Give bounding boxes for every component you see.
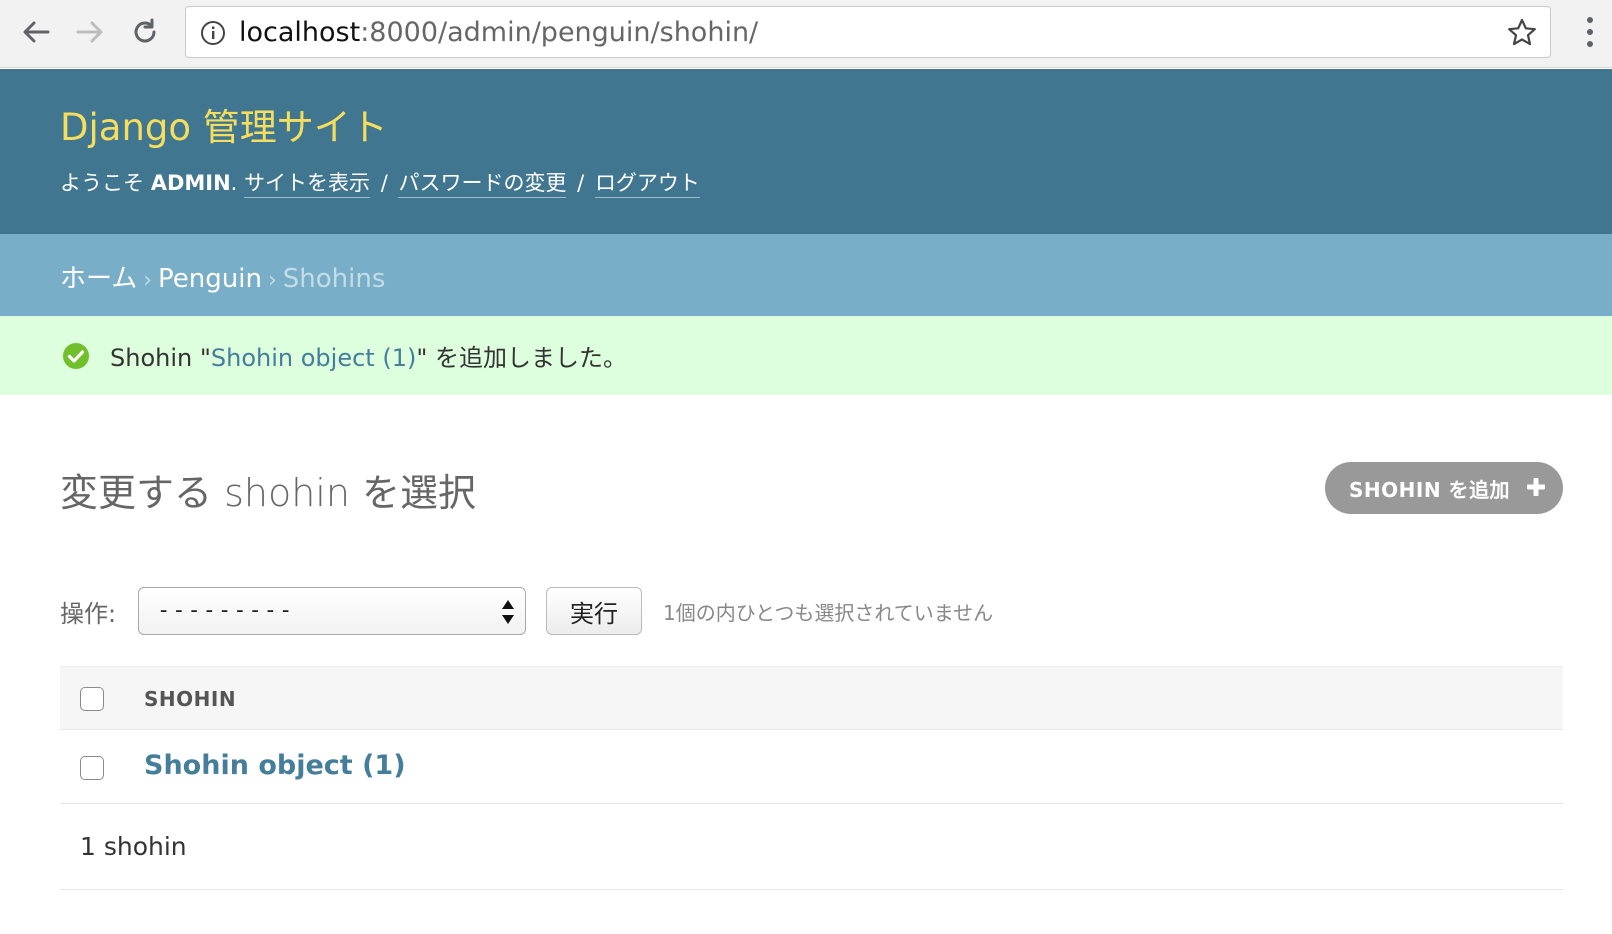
admin-header: Django 管理サイト ようこそ ADMIN. サイトを表示 / パスワードの…	[0, 69, 1612, 234]
paginator: 1 shohin	[60, 804, 1563, 890]
row-link[interactable]: Shohin object (1)	[144, 750, 406, 781]
page-title: 変更する shohin を選択	[60, 471, 477, 515]
user-tools: ようこそ ADMIN. サイトを表示 / パスワードの変更 / ログアウト	[60, 167, 700, 198]
arrow-left-icon	[23, 21, 50, 43]
back-button[interactable]	[14, 10, 58, 54]
bookmark-star-icon[interactable]	[1506, 17, 1538, 49]
breadcrumb-home[interactable]: ホーム	[60, 264, 137, 294]
table-header: SHOHIN	[60, 666, 1563, 730]
welcome-text: ようこそ	[60, 171, 151, 195]
username: ADMIN	[150, 171, 231, 195]
table-row: Shohin object (1)	[60, 730, 1563, 804]
view-site-link[interactable]: サイトを表示	[244, 171, 371, 198]
breadcrumb-current: Shohins	[282, 264, 386, 294]
forward-button[interactable]	[68, 10, 112, 54]
action-select-value: ---------	[157, 598, 295, 623]
action-counter: 1個の内ひとつも選択されていません	[663, 601, 994, 625]
actions-label: 操作:	[60, 600, 117, 628]
action-select[interactable]: ---------	[138, 587, 526, 635]
success-message: Shohin "Shohin object (1)" を追加しました。	[0, 316, 1612, 395]
add-button-label: SHOHIN を追加	[1349, 477, 1511, 502]
breadcrumb: ホーム › Penguin › Shohins	[0, 234, 1612, 316]
result-count: 1 shohin	[80, 832, 187, 861]
breadcrumb-separator: ›	[143, 268, 153, 293]
message-text: Shohin "Shohin object (1)" を追加しました。	[110, 344, 627, 372]
separator: /	[577, 171, 585, 195]
separator: /	[380, 171, 388, 195]
go-button[interactable]: 実行	[546, 587, 642, 635]
reload-icon	[134, 18, 156, 43]
address-bar[interactable]: localhost:8000/admin/penguin/shohin/	[185, 6, 1551, 58]
breadcrumb-app[interactable]: Penguin	[158, 264, 262, 294]
plus-icon	[1527, 478, 1545, 496]
select-arrows-icon	[502, 600, 514, 624]
url-path: :8000/admin/penguin/shohin/	[360, 17, 759, 48]
select-all-checkbox[interactable]	[80, 687, 104, 711]
arrow-right-icon	[76, 21, 103, 43]
add-shohin-button[interactable]: SHOHIN を追加	[1325, 462, 1563, 514]
reload-button[interactable]	[123, 10, 167, 54]
message-object-link[interactable]: Shohin object (1)	[211, 344, 416, 372]
kebab-menu-icon[interactable]	[1578, 14, 1602, 50]
url-text[interactable]: localhost:8000/admin/penguin/shohin/	[239, 16, 758, 50]
check-circle-icon	[63, 343, 89, 369]
column-header-shohin[interactable]: SHOHIN	[144, 687, 236, 711]
browser-toolbar: localhost:8000/admin/penguin/shohin/	[0, 0, 1612, 68]
change-password-link[interactable]: パスワードの変更	[398, 171, 567, 198]
breadcrumb-separator: ›	[267, 268, 277, 293]
info-icon[interactable]	[200, 20, 226, 46]
logout-link[interactable]: ログアウト	[594, 171, 700, 198]
url-host: localhost	[239, 17, 361, 48]
row-checkbox[interactable]	[80, 756, 104, 780]
site-branding[interactable]: Django 管理サイト	[60, 97, 388, 151]
